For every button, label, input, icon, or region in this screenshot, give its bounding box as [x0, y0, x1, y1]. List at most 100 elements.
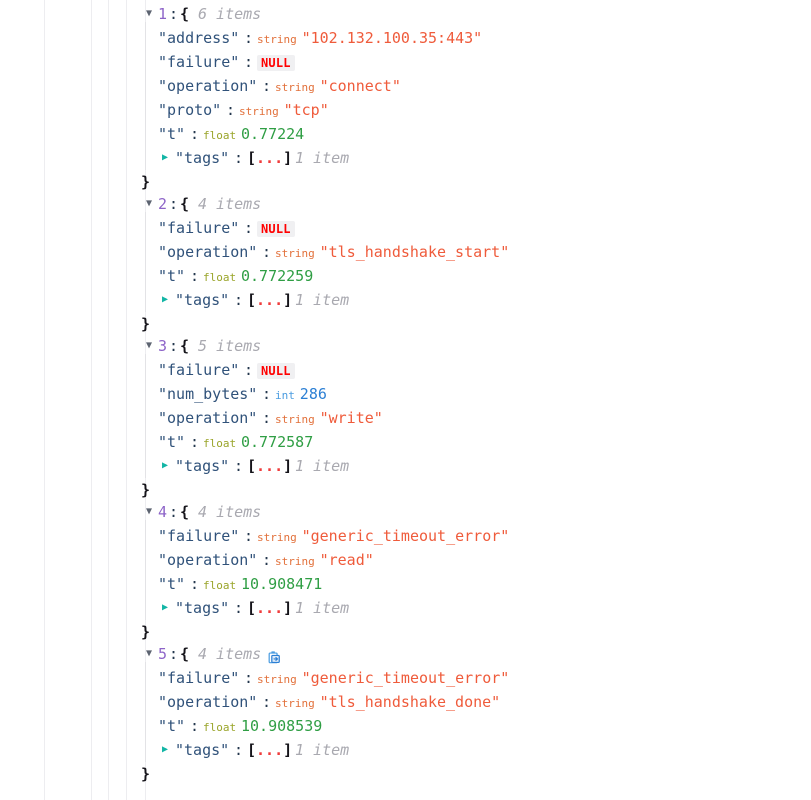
colon-separator: :	[226, 101, 236, 119]
value-type-label: float	[203, 579, 237, 592]
expand-collapse-twisty-icon[interactable]: ▶	[159, 738, 171, 762]
collapsed-array-brackets: [...]	[247, 741, 293, 759]
colon-separator: :	[169, 337, 179, 355]
expand-collapse-twisty-icon[interactable]: ▼	[143, 642, 155, 666]
json-property-row[interactable]: "failure": NULL	[0, 50, 811, 74]
collapsed-array-brackets: [...]	[247, 149, 293, 167]
colon-separator: :	[244, 669, 254, 687]
collapsed-array-brackets: [...]	[247, 457, 293, 475]
value-type-label: float	[203, 129, 237, 142]
array-item-header[interactable]: ▼ 5:{4 items	[0, 642, 811, 666]
open-brace: {	[180, 195, 190, 213]
json-property-row[interactable]: "address": string "102.132.100.35:443"	[0, 26, 811, 50]
property-key: "failure"	[158, 53, 240, 71]
property-value: "read"	[319, 551, 374, 569]
colon-separator: :	[262, 243, 272, 261]
value-type-label: string	[257, 673, 297, 686]
property-value: "generic_timeout_error"	[301, 527, 510, 545]
json-property-row[interactable]: "operation": string "connect"	[0, 74, 811, 98]
open-brace: {	[180, 645, 190, 663]
close-brace: }	[141, 173, 151, 191]
property-key: "tags"	[175, 457, 230, 475]
colon-separator: :	[169, 645, 179, 663]
property-value: "tls_handshake_start"	[319, 243, 510, 261]
colon-separator: :	[190, 575, 200, 593]
json-property-row[interactable]: "failure": NULL	[0, 358, 811, 382]
expand-collapse-twisty-icon[interactable]: ▶	[159, 288, 171, 312]
json-property-row[interactable]: ▶ "tags": [...] 1 item	[0, 738, 811, 762]
property-value: "write"	[319, 409, 383, 427]
json-property-row[interactable]: "operation": string "read"	[0, 548, 811, 572]
colon-separator: :	[190, 125, 200, 143]
colon-separator: :	[190, 433, 200, 451]
json-property-row[interactable]: "proto": string "tcp"	[0, 98, 811, 122]
json-property-row[interactable]: "operation": string "tls_handshake_start"	[0, 240, 811, 264]
value-type-label: float	[203, 721, 237, 734]
property-key: "num_bytes"	[158, 385, 258, 403]
array-item-footer: }	[0, 620, 811, 644]
json-property-row[interactable]: "operation": string "write"	[0, 406, 811, 430]
array-item-header[interactable]: ▼ 1:{6 items	[0, 2, 811, 26]
value-type-label: string	[275, 413, 315, 426]
expand-collapse-twisty-icon[interactable]: ▶	[159, 146, 171, 170]
property-key: "tags"	[175, 599, 230, 617]
array-item-header[interactable]: ▼ 4:{4 items	[0, 500, 811, 524]
expand-collapse-twisty-icon[interactable]: ▼	[143, 2, 155, 26]
property-key: "t"	[158, 267, 186, 285]
property-value: "connect"	[319, 77, 401, 95]
property-value: "tls_handshake_done"	[319, 693, 501, 711]
collapsed-array-brackets: [...]	[247, 291, 293, 309]
property-value: 286	[299, 385, 327, 403]
json-property-row[interactable]: "t": float 0.77224	[0, 122, 811, 146]
array-index-label: 2	[158, 195, 168, 213]
property-key: "failure"	[158, 361, 240, 379]
json-property-row[interactable]: "failure": string "generic_timeout_error"	[0, 666, 811, 690]
property-key: "tags"	[175, 741, 230, 759]
expand-collapse-twisty-icon[interactable]: ▼	[143, 334, 155, 358]
json-property-row[interactable]: "operation": string "tls_handshake_done"	[0, 690, 811, 714]
json-property-row[interactable]: ▶ "tags": [...] 1 item	[0, 596, 811, 620]
expand-collapse-twisty-icon[interactable]: ▶	[159, 454, 171, 478]
json-property-row[interactable]: "t": float 0.772259	[0, 264, 811, 288]
expand-collapse-twisty-icon[interactable]: ▼	[143, 500, 155, 524]
colon-separator: :	[262, 693, 272, 711]
colon-separator: :	[190, 717, 200, 735]
property-key: "failure"	[158, 669, 240, 687]
json-property-row[interactable]: "num_bytes": int 286	[0, 382, 811, 406]
json-property-row[interactable]: "t": float 0.772587	[0, 430, 811, 454]
array-index-label: 5	[158, 645, 168, 663]
item-count-label: 4 items	[198, 645, 262, 663]
colon-separator: :	[234, 741, 244, 759]
null-value-badge: NULL	[257, 363, 295, 379]
colon-separator: :	[234, 599, 244, 617]
json-property-row[interactable]: ▶ "tags": [...] 1 item	[0, 454, 811, 478]
json-property-row[interactable]: "failure": string "generic_timeout_error"	[0, 524, 811, 548]
open-brace: {	[180, 337, 190, 355]
array-item-footer: }	[0, 170, 811, 194]
item-count-label: 1 item	[295, 149, 350, 167]
property-value: 0.772587	[241, 433, 314, 451]
expand-collapse-twisty-icon[interactable]: ▶	[159, 596, 171, 620]
item-count-label: 6 items	[198, 5, 262, 23]
item-count-label: 1 item	[295, 291, 350, 309]
value-type-label: float	[203, 271, 237, 284]
json-property-row[interactable]: "t": float 10.908539	[0, 714, 811, 738]
property-key: "failure"	[158, 219, 240, 237]
item-count-label: 4 items	[198, 503, 262, 521]
open-brace: {	[180, 503, 190, 521]
close-brace: }	[141, 481, 151, 499]
json-property-row[interactable]: ▶ "tags": [...] 1 item	[0, 288, 811, 312]
json-property-row[interactable]: "failure": NULL	[0, 216, 811, 240]
null-value-badge: NULL	[257, 55, 295, 71]
colon-separator: :	[234, 291, 244, 309]
json-property-row[interactable]: ▶ "tags": [...] 1 item	[0, 146, 811, 170]
item-count-label: 4 items	[198, 195, 262, 213]
array-item-header[interactable]: ▼ 3:{5 items	[0, 334, 811, 358]
item-count-label: 1 item	[295, 599, 350, 617]
colon-separator: :	[262, 409, 272, 427]
item-count-label: 5 items	[198, 337, 262, 355]
expand-collapse-twisty-icon[interactable]: ▼	[143, 192, 155, 216]
json-property-row[interactable]: "t": float 10.908471	[0, 572, 811, 596]
property-value: 0.77224	[241, 125, 305, 143]
array-item-header[interactable]: ▼ 2:{4 items	[0, 192, 811, 216]
